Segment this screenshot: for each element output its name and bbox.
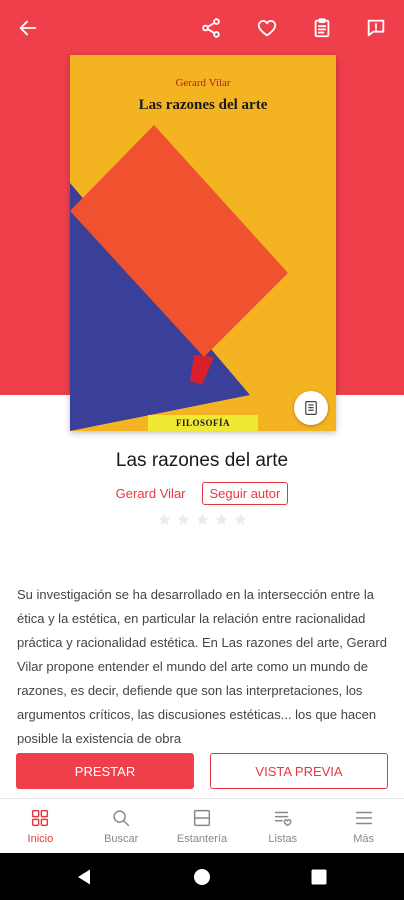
cover-author: Gerard Vilar bbox=[175, 77, 231, 89]
book-preview-icon bbox=[305, 401, 317, 415]
square-recents-icon bbox=[311, 869, 327, 885]
system-back-button[interactable] bbox=[75, 867, 95, 887]
report-button[interactable] bbox=[362, 14, 390, 42]
list-heart-icon bbox=[274, 811, 292, 827]
nav-item-estanteria[interactable]: Estantería bbox=[162, 799, 243, 853]
shelf-icon bbox=[193, 809, 211, 827]
nav-label: Inicio bbox=[27, 833, 54, 845]
menu-icon bbox=[355, 811, 372, 825]
cover-title: Las razones del arte bbox=[138, 97, 268, 113]
nav-item-buscar[interactable]: Buscar bbox=[81, 799, 162, 853]
back-button[interactable] bbox=[14, 14, 42, 42]
book-cover[interactable]: Gerard Vilar Las razones del arte FILOSO… bbox=[70, 55, 336, 431]
star-icon bbox=[157, 512, 172, 527]
bottom-navigation: Inicio Buscar Estantería Listas Más bbox=[0, 798, 404, 853]
nav-item-mas[interactable]: Más bbox=[323, 799, 404, 853]
preview-button[interactable]: VISTA PREVIA bbox=[210, 753, 388, 789]
favorite-button[interactable] bbox=[253, 14, 281, 42]
arrow-left-icon bbox=[19, 20, 37, 36]
star-icon bbox=[176, 512, 191, 527]
rating-stars[interactable] bbox=[0, 512, 404, 527]
home-grid-icon bbox=[32, 809, 49, 827]
action-buttons: PRESTAR VISTA PREVIA bbox=[0, 753, 404, 791]
nav-label: Estantería bbox=[176, 833, 228, 845]
author-row: Gerard Vilar Seguir autor bbox=[0, 482, 404, 505]
report-icon bbox=[367, 19, 385, 37]
add-to-list-button[interactable] bbox=[308, 14, 336, 42]
author-link[interactable]: Gerard Vilar bbox=[116, 486, 186, 501]
follow-author-button[interactable]: Seguir autor bbox=[201, 482, 289, 505]
clipboard-icon bbox=[314, 18, 330, 38]
preview-badge[interactable] bbox=[294, 391, 328, 425]
nav-item-inicio[interactable]: Inicio bbox=[0, 799, 81, 853]
share-icon bbox=[202, 18, 220, 38]
nav-label: Más bbox=[353, 833, 374, 845]
triangle-back-icon bbox=[78, 869, 90, 885]
circle-home-icon bbox=[194, 869, 210, 885]
star-icon bbox=[214, 512, 229, 527]
search-icon bbox=[113, 810, 130, 827]
nav-label: Listas bbox=[268, 833, 298, 845]
book-title: Las razones del arte bbox=[115, 450, 289, 471]
star-icon bbox=[195, 512, 210, 527]
system-recents-button[interactable] bbox=[309, 867, 329, 887]
system-home-button[interactable] bbox=[192, 867, 212, 887]
book-description: Su investigación se ha desarrollado en l… bbox=[17, 587, 387, 745]
cover-series-label: FILOSOFÍA bbox=[148, 415, 258, 431]
heart-icon bbox=[257, 20, 277, 37]
system-navigation-bar bbox=[0, 853, 404, 900]
nav-label: Buscar bbox=[104, 833, 139, 845]
borrow-button[interactable]: PRESTAR bbox=[16, 753, 194, 789]
top-app-bar bbox=[0, 0, 404, 56]
star-icon bbox=[233, 512, 248, 527]
share-button[interactable] bbox=[197, 14, 225, 42]
nav-item-listas[interactable]: Listas bbox=[242, 799, 323, 853]
